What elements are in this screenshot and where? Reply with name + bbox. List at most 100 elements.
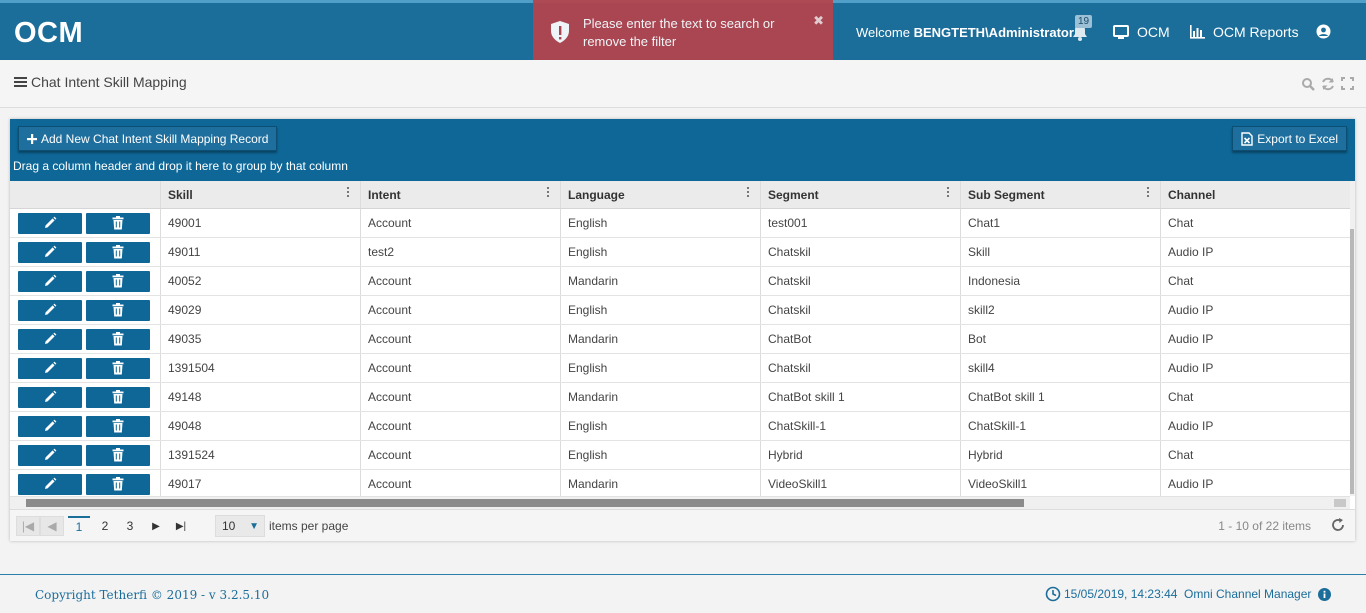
table-row[interactable]: 40052 Account Mandarin Chatskil Indonesia Cha… bbox=[10, 267, 1350, 296]
cell-skill: 49148 bbox=[161, 383, 361, 411]
pager-refresh-icon[interactable] bbox=[1330, 517, 1346, 538]
delete-button[interactable] bbox=[86, 415, 150, 437]
cell-sub-segment: skill2 bbox=[961, 296, 1161, 324]
edit-button[interactable] bbox=[18, 444, 82, 466]
vertical-scrollbar[interactable] bbox=[1350, 181, 1355, 496]
delete-button[interactable] bbox=[86, 444, 150, 466]
cell-sub-segment: Bot bbox=[961, 325, 1161, 353]
edit-button[interactable] bbox=[18, 386, 82, 408]
refresh-icon[interactable] bbox=[1321, 77, 1335, 91]
edit-button[interactable] bbox=[18, 241, 82, 263]
column-header-channel[interactable]: Channel bbox=[1161, 181, 1350, 208]
pencil-icon bbox=[43, 390, 57, 404]
fullscreen-icon[interactable] bbox=[1341, 77, 1354, 90]
row-actions bbox=[10, 325, 161, 353]
cell-language: English bbox=[561, 209, 761, 237]
row-actions bbox=[10, 238, 161, 266]
cell-language: English bbox=[561, 441, 761, 469]
table-row[interactable]: 1391524 Account English Hybrid Hybrid Chat bbox=[10, 441, 1350, 470]
delete-button[interactable] bbox=[86, 212, 150, 234]
table-row[interactable]: 49011 test2 English Chatskil Skill Audio IP bbox=[10, 238, 1350, 267]
cell-skill: 49048 bbox=[161, 412, 361, 440]
row-actions bbox=[10, 209, 161, 237]
server-time: 15/05/2019, 14:23:44 bbox=[1045, 586, 1177, 602]
edit-button[interactable] bbox=[18, 357, 82, 379]
search-icon[interactable] bbox=[1301, 77, 1315, 91]
pencil-icon bbox=[43, 477, 57, 491]
column-menu-icon[interactable] bbox=[947, 187, 950, 199]
table-row[interactable]: 49148 Account Mandarin ChatBot skill 1 ChatB… bbox=[10, 383, 1350, 412]
delete-button[interactable] bbox=[86, 241, 150, 263]
nav-ocm-link[interactable]: OCM bbox=[1113, 24, 1170, 40]
delete-button[interactable] bbox=[86, 473, 150, 495]
info-icon[interactable] bbox=[1318, 587, 1332, 601]
column-menu-icon[interactable] bbox=[547, 187, 550, 199]
pager-next-button[interactable]: ▶ bbox=[145, 516, 167, 536]
nav-reports-link[interactable]: OCM Reports bbox=[1189, 24, 1299, 40]
cell-channel: Chat bbox=[1168, 216, 1194, 230]
user-profile-icon[interactable] bbox=[1316, 24, 1331, 39]
bar-chart-icon bbox=[1190, 25, 1205, 39]
cell-intent: Account bbox=[361, 383, 561, 411]
toast-message: Please enter the text to search or remov… bbox=[583, 16, 775, 49]
page-size-select[interactable]: 10 ▼ bbox=[215, 515, 265, 537]
column-header-language[interactable]: Language bbox=[561, 181, 761, 208]
data-grid: Skill Intent Language Segment Sub Segmen… bbox=[10, 181, 1350, 499]
pager-first-button[interactable]: |◀ bbox=[16, 516, 40, 536]
pencil-icon bbox=[43, 303, 57, 317]
table-row[interactable]: 49001 Account English test001 Chat1 Chat bbox=[10, 209, 1350, 238]
page-title: Chat Intent Skill Mapping bbox=[14, 74, 187, 90]
edit-button[interactable] bbox=[18, 473, 82, 495]
edit-button[interactable] bbox=[18, 328, 82, 350]
column-menu-icon[interactable] bbox=[747, 187, 750, 199]
cell-segment: ChatBot bbox=[761, 325, 961, 353]
row-actions bbox=[10, 441, 161, 469]
username: BENGTETH\Administrator bbox=[913, 25, 1074, 40]
group-drop-area[interactable]: Drag a column header and drop it here to… bbox=[13, 159, 348, 173]
add-record-button[interactable]: Add New Chat Intent Skill Mapping Record bbox=[18, 126, 278, 151]
delete-button[interactable] bbox=[86, 357, 150, 379]
pager-page-2[interactable]: 2 bbox=[94, 516, 116, 536]
pager-last-button[interactable]: ▶| bbox=[170, 516, 192, 536]
column-menu-icon[interactable] bbox=[347, 187, 350, 199]
trash-icon bbox=[112, 245, 124, 259]
hamburger-menu-icon[interactable] bbox=[14, 76, 27, 88]
table-row[interactable]: 49035 Account Mandarin ChatBot Bot Audio IP bbox=[10, 325, 1350, 354]
table-row[interactable]: 49029 Account English Chatskil skill2 Audio I… bbox=[10, 296, 1350, 325]
table-row[interactable]: 49017 Account Mandarin VideoSkill1 VideoSkil… bbox=[10, 470, 1350, 499]
trash-icon bbox=[112, 332, 124, 346]
column-header-intent[interactable]: Intent bbox=[361, 181, 561, 208]
cell-channel: Chat bbox=[1168, 390, 1194, 404]
column-header-actions bbox=[10, 181, 161, 208]
cell-skill: 49017 bbox=[161, 470, 361, 498]
edit-button[interactable] bbox=[18, 415, 82, 437]
delete-button[interactable] bbox=[86, 299, 150, 321]
toast-close-icon[interactable]: ✖ bbox=[813, 13, 824, 29]
delete-button[interactable] bbox=[86, 270, 150, 292]
table-row[interactable]: 1391504 Account English Chatskil skill4 Audio… bbox=[10, 354, 1350, 383]
pencil-icon bbox=[43, 448, 57, 462]
plus-icon bbox=[27, 133, 37, 144]
column-header-skill[interactable]: Skill bbox=[161, 181, 361, 208]
edit-button[interactable] bbox=[18, 299, 82, 321]
app-logo[interactable]: OCM bbox=[14, 17, 83, 50]
table-row[interactable]: 49048 Account English ChatSkill-1 ChatSkill-… bbox=[10, 412, 1350, 441]
pager-prev-button[interactable]: ◀ bbox=[40, 516, 64, 536]
export-excel-button[interactable]: Export to Excel bbox=[1232, 126, 1347, 151]
cell-channel: Audio IP bbox=[1168, 303, 1214, 317]
cell-language: Mandarin bbox=[561, 325, 761, 353]
edit-button[interactable] bbox=[18, 212, 82, 234]
pager-page-1[interactable]: 1 bbox=[68, 516, 90, 536]
delete-button[interactable] bbox=[86, 386, 150, 408]
chevron-down-icon: ▼ bbox=[249, 521, 259, 532]
column-menu-icon[interactable] bbox=[1147, 187, 1150, 199]
column-header-segment[interactable]: Segment bbox=[761, 181, 961, 208]
trash-icon bbox=[112, 448, 124, 462]
trash-icon bbox=[112, 274, 124, 288]
pager-page-3[interactable]: 3 bbox=[119, 516, 141, 536]
column-header-sub-segment[interactable]: Sub Segment bbox=[961, 181, 1161, 208]
edit-button[interactable] bbox=[18, 270, 82, 292]
horizontal-scrollbar[interactable] bbox=[10, 496, 1350, 509]
nav-reports-label: OCM Reports bbox=[1213, 24, 1299, 40]
delete-button[interactable] bbox=[86, 328, 150, 350]
